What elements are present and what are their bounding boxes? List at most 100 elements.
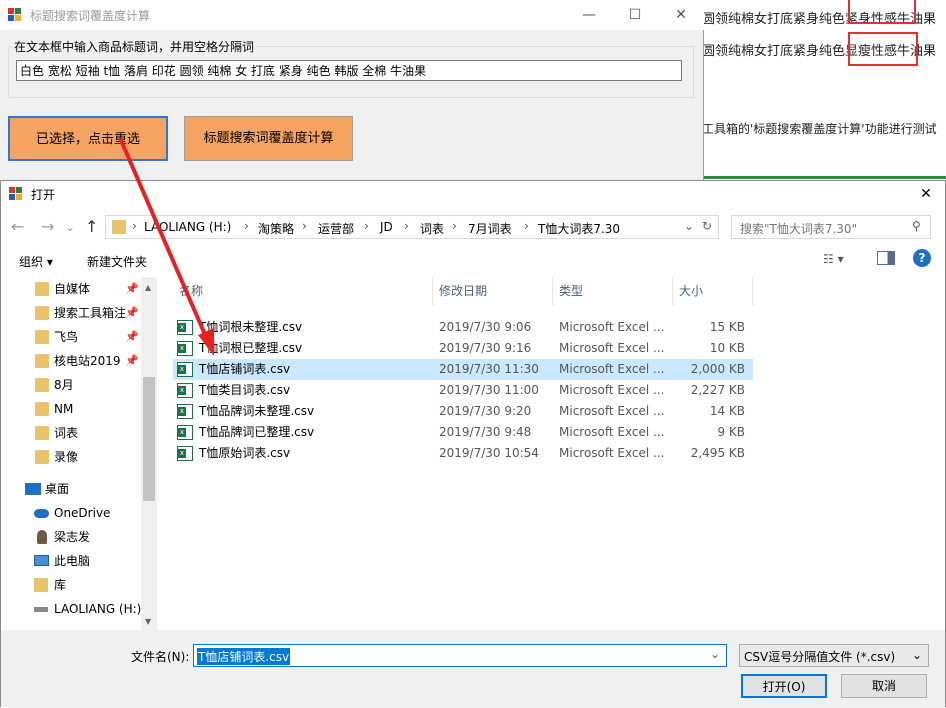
filetype-select[interactable]: CSV逗号分隔值文件 (*.csv) ⌄: [739, 644, 929, 667]
maximize-button[interactable]: ☐: [612, 0, 658, 30]
chevron-right-icon: ›: [364, 219, 369, 233]
refresh-icon[interactable]: ↻: [702, 219, 712, 233]
open-button[interactable]: 打开(O): [741, 674, 827, 698]
file-row[interactable]: x T恤词根未整理.csv 2019/7/30 9:06 Microsoft Exce…: [173, 317, 753, 338]
file-list: 名称 修改日期 类型 大小 x T恤词根未整理.csv 2019/7/30 9:06…: [161, 277, 945, 630]
cloud-icon: [34, 509, 49, 518]
keywords-input[interactable]: [16, 60, 682, 81]
folder-icon: [112, 220, 126, 234]
folder-icon: [35, 306, 49, 320]
file-size: 14 KB: [709, 404, 745, 418]
up-arrow-icon[interactable]: ↑: [85, 217, 98, 237]
chevron-down-icon[interactable]: ⌄: [710, 647, 720, 661]
open-file-dialog: 打开 ✕ ← → ⌄ ↑ › LAOLIANG (H:) › 淘策略 › 运营部…: [0, 180, 946, 708]
file-row[interactable]: x T恤词根已整理.csv 2019/7/30 9:16 Microsoft Exce…: [173, 338, 753, 359]
open-dialog-title-bar: 打开 ✕: [1, 181, 945, 207]
chevron-down-icon[interactable]: ⌄: [684, 219, 694, 233]
excel-file-icon: x: [177, 425, 193, 440]
computer-icon: [34, 555, 49, 566]
file-name: T恤词根未整理.csv: [199, 320, 303, 334]
search-box[interactable]: 搜索"T恤大词表7.30" ⚲: [731, 215, 931, 239]
column-type[interactable]: 类型: [553, 277, 673, 305]
breadcrumb-yunying[interactable]: 运营部: [318, 220, 354, 237]
breadcrumb-current[interactable]: T恤大词表7.30: [538, 220, 620, 237]
column-size[interactable]: 大小: [673, 277, 753, 305]
column-name[interactable]: 名称: [173, 277, 433, 305]
forward-arrow-icon[interactable]: →: [41, 217, 54, 237]
help-icon[interactable]: ?: [913, 249, 931, 267]
file-row[interactable]: x T恤店铺词表.csv 2019/7/30 11:30 Microsoft Exce…: [173, 359, 753, 380]
file-size: 2,495 KB: [690, 446, 745, 460]
calc-title-bar: 标题搜索词覆盖度计算 — ☐ ✕: [0, 0, 704, 30]
highlight-box-2: [848, 32, 918, 66]
keywords-group-label: 在文本框中输入商品标题词，并用空格分隔词: [12, 38, 257, 55]
navigation-pane: 自媒体 📌 搜索工具箱注 📌 飞鸟 📌 核电站2019 📌 8月 NM 词表 录像 桌面…: [1, 277, 157, 630]
recent-dropdown-icon[interactable]: ⌄: [65, 217, 75, 237]
chevron-right-icon: ›: [404, 219, 409, 233]
pin-icon: 📌: [125, 354, 139, 367]
navigation-bar: ← → ⌄ ↑ › LAOLIANG (H:) › 淘策略 › 运营部 › JD…: [1, 211, 945, 243]
file-row[interactable]: x T恤品牌词已整理.csv 2019/7/30 9:48 Microsoft Exc…: [173, 422, 753, 443]
highlight-box-1: [848, 0, 916, 24]
file-name: T恤词根已整理.csv: [199, 341, 303, 355]
scrollbar-thumb[interactable]: [143, 377, 155, 501]
chevron-down-icon: ⌄: [911, 648, 922, 662]
breadcrumb-jd[interactable]: JD: [380, 220, 393, 234]
chevron-right-icon: ›: [302, 219, 307, 233]
breadcrumb-drive[interactable]: LAOLIANG (H:): [144, 220, 231, 234]
new-folder-button[interactable]: 新建文件夹: [87, 253, 147, 270]
file-date: 2019/7/30 9:06: [439, 320, 532, 334]
file-name: T恤原始词表.csv: [199, 446, 291, 460]
nav-item-label: 录像: [54, 450, 79, 464]
nav-item-label: 飞鸟: [54, 330, 79, 344]
cancel-button[interactable]: 取消: [841, 674, 927, 698]
library-icon: [34, 578, 48, 592]
pin-icon: 📌: [125, 282, 139, 295]
drive-icon: [34, 607, 48, 612]
nav-item-label: 8月: [54, 378, 74, 392]
breadcrumb-july[interactable]: 7月词表: [468, 220, 512, 237]
view-options-icon[interactable]: ☷ ▾: [823, 252, 844, 266]
nav-item-label: 词表: [54, 426, 79, 440]
filename-value: T恤店铺词表.csv: [197, 648, 291, 665]
chevron-right-icon: ›: [244, 219, 249, 233]
file-row[interactable]: x T恤品牌词未整理.csv 2019/7/30 9:20 Microsoft Exc…: [173, 401, 753, 422]
excel-file-icon: x: [177, 446, 193, 461]
file-size: 9 KB: [717, 425, 745, 439]
calc-close-button[interactable]: ✕: [658, 0, 704, 30]
folder-icon: [35, 354, 49, 368]
nav-item-label: LAOLIANG (H:): [54, 602, 142, 616]
minimize-button[interactable]: —: [566, 0, 612, 30]
nav-scrollbar[interactable]: ▲ ▼: [141, 277, 157, 630]
file-type: Microsoft Excel ...: [559, 341, 665, 355]
file-row[interactable]: x T恤原始词表.csv 2019/7/30 10:54 Microsoft Exce…: [173, 443, 753, 464]
breadcrumb-taocelue[interactable]: 淘策略: [258, 220, 294, 237]
excel-file-icon: x: [177, 383, 193, 398]
back-arrow-icon[interactable]: ←: [11, 217, 24, 237]
open-dialog-title: 打开: [31, 188, 56, 202]
scroll-up-icon[interactable]: ▲: [145, 283, 151, 292]
coverage-calc-button[interactable]: 标题搜索词覆盖度计算: [184, 116, 353, 161]
breadcrumb-cibiao[interactable]: 词表: [420, 220, 444, 237]
background-document: 圆领纯棉女打底紧身纯色紧身性感牛油果 圆领纯棉女打底紧身纯色显瘦性感牛油果 工具…: [702, 0, 946, 180]
file-row[interactable]: x T恤类目词表.csv 2019/7/30 11:00 Microsoft Exce…: [173, 380, 753, 401]
scroll-down-icon[interactable]: ▼: [145, 617, 151, 626]
app-icon: [8, 8, 22, 22]
file-type: Microsoft Excel ...: [559, 404, 665, 418]
filename-input[interactable]: T恤店铺词表.csv ⌄: [193, 644, 727, 667]
column-date[interactable]: 修改日期: [433, 277, 553, 305]
excel-file-icon: x: [177, 320, 193, 335]
folder-icon: [35, 330, 49, 344]
preview-pane-icon[interactable]: [877, 251, 895, 265]
file-name: T恤品牌词已整理.csv: [199, 425, 315, 439]
address-bar[interactable]: › LAOLIANG (H:) › 淘策略 › 运营部 › JD › 词表 › …: [105, 215, 719, 239]
dialog-close-button[interactable]: ✕: [907, 179, 945, 209]
reselect-button[interactable]: 已选择，点击重选: [8, 116, 168, 161]
organize-button[interactable]: 组织 ▾: [19, 253, 53, 270]
folder-icon: [35, 282, 49, 296]
nav-item-label: 核电站2019: [54, 354, 121, 368]
excel-file-icon: x: [177, 362, 193, 377]
chevron-right-icon: ›: [452, 219, 457, 233]
nav-item-label: 桌面: [45, 482, 70, 496]
search-icon: ⚲: [912, 219, 921, 233]
